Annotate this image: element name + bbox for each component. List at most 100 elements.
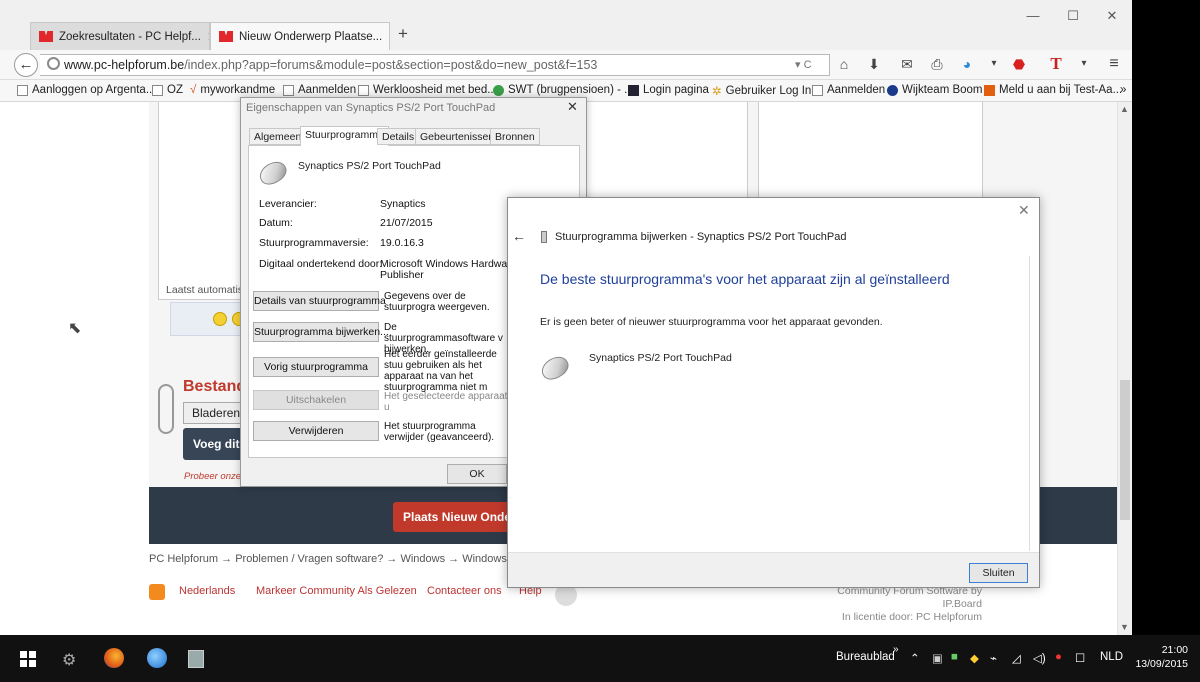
tab-label: Nieuw Onderwerp Plaatse... xyxy=(239,30,383,43)
bookmark-label: Aanmelden xyxy=(827,84,886,96)
driver-details-button[interactable]: Details van stuurprogramma xyxy=(253,291,386,311)
bookmark-logo-icon xyxy=(887,84,898,96)
field-value: 21/07/2015 xyxy=(380,217,433,229)
close-icon[interactable]: ✕ xyxy=(1018,202,1030,219)
computer-icon[interactable] xyxy=(188,650,204,668)
home-icon[interactable]: ⌂ xyxy=(835,55,853,73)
tab-driver[interactable]: Stuurprogramma xyxy=(300,126,389,146)
tab-new-topic[interactable]: Nieuw Onderwerp Plaatse... ✕ xyxy=(210,22,390,50)
tray-expand-icon[interactable]: ⌃ xyxy=(910,651,920,665)
download-icon[interactable]: ⬇ xyxy=(865,55,883,73)
ok-button[interactable]: OK xyxy=(447,464,507,484)
dialog-title: Eigenschappen van Synaptics PS/2 Port To… xyxy=(246,102,496,114)
page-icon xyxy=(152,84,163,96)
close-tab-icon[interactable]: ✕ xyxy=(201,29,209,45)
post-new-topic-button[interactable]: Plaats Nieuw Onde xyxy=(393,502,513,532)
back-button[interactable]: ← xyxy=(14,53,38,77)
bookmark-label: Gebruiker Log In xyxy=(725,85,812,97)
tray-app-icon[interactable]: ◆ xyxy=(970,651,979,665)
button-description: Het geselecteerde apparaat u xyxy=(384,391,508,413)
bookmark-item[interactable]: Aanmelden xyxy=(812,84,885,96)
dropdown-arrow-icon[interactable]: ▾ xyxy=(1075,55,1093,73)
translate-icon[interactable]: T xyxy=(1047,55,1065,73)
control-panel-icon[interactable]: ⚙ xyxy=(62,650,82,670)
new-tab-button[interactable]: + xyxy=(398,24,408,44)
close-button[interactable]: Sluiten xyxy=(969,563,1028,583)
bookmark-item[interactable]: Wijkteam Boom xyxy=(887,84,983,96)
reload-icon[interactable]: ▾ C xyxy=(795,58,812,71)
close-icon[interactable]: ✕ xyxy=(567,99,578,115)
menu-icon[interactable]: ≡ xyxy=(1105,55,1123,73)
bookmark-item[interactable]: Aanloggen op Argenta... xyxy=(17,84,155,96)
bookmarks-overflow-icon[interactable]: » xyxy=(1120,84,1126,96)
page-icon xyxy=(283,84,294,96)
start-button[interactable] xyxy=(20,651,36,667)
mark-read-link[interactable]: Markeer Community Als Gelezen xyxy=(256,585,417,597)
system-clock[interactable]: 21:00 13/09/2015 xyxy=(1128,643,1188,671)
scroll-down-icon[interactable]: ▼ xyxy=(1120,622,1129,632)
bookmark-item[interactable]: Werkloosheid met bed... xyxy=(358,84,497,96)
tray-app-icon[interactable]: ■ xyxy=(951,651,958,663)
tab-search-results[interactable]: Zoekresultaten - PC Helpf... ✕ xyxy=(30,22,210,50)
maximize-button[interactable]: ☐ xyxy=(1058,8,1088,24)
device-name: Synaptics PS/2 Port TouchPad xyxy=(589,352,732,364)
rss-icon[interactable] xyxy=(149,584,165,600)
tab-resources[interactable]: Bronnen xyxy=(490,128,540,145)
scroll-up-icon[interactable]: ▲ xyxy=(1120,104,1129,114)
disable-device-button[interactable]: Uitschakelen xyxy=(253,390,379,410)
tab-general[interactable]: Algemeen xyxy=(249,128,307,145)
minimize-button[interactable]: — xyxy=(1018,8,1048,23)
volume-icon[interactable]: ◁) xyxy=(1033,651,1046,665)
bookmark-item[interactable]: √ myworkandme xyxy=(190,84,275,96)
dialog-divider xyxy=(1029,256,1030,551)
bookmark-item[interactable]: ✲ Gebruiker Log In xyxy=(712,84,811,98)
page-scrollbar[interactable] xyxy=(1117,102,1132,635)
toolbar-overflow-icon[interactable]: » xyxy=(893,644,899,655)
attachments-heading: Bestand xyxy=(183,378,247,395)
field-label: Stuurprogrammaversie: xyxy=(259,237,369,249)
bookmark-label: SWT (brugpensioen) - ... xyxy=(508,84,634,96)
url-path: /index.php?app=forums&module=post&sectio… xyxy=(184,58,598,72)
print-icon[interactable]: ⎙ xyxy=(928,55,946,73)
firefox-icon[interactable] xyxy=(104,648,124,668)
field-label: Leverancier: xyxy=(259,198,317,210)
tab-details[interactable]: Details xyxy=(377,128,420,145)
tray-app-icon[interactable]: ▣ xyxy=(932,651,943,665)
close-window-button[interactable]: ✕ xyxy=(1097,8,1127,24)
adblock-icon[interactable]: ⬣ xyxy=(1010,55,1028,73)
tab-events[interactable]: Gebeurtenissen xyxy=(415,128,500,145)
language-indicator[interactable]: NLD xyxy=(1100,651,1123,663)
bookmark-item[interactable]: OZ xyxy=(152,84,183,96)
field-value: Synaptics xyxy=(380,198,426,210)
notifications-icon[interactable]: ☐ xyxy=(1075,651,1085,665)
bookmark-item[interactable]: Login pagina xyxy=(628,84,709,96)
language-link[interactable]: Nederlands xyxy=(179,585,235,597)
addon-icon[interactable]: ◕ xyxy=(958,55,976,73)
credits-line: Community Forum Software by IP.Board xyxy=(837,585,982,610)
close-tab-icon[interactable]: ✕ xyxy=(382,29,389,45)
bookmark-item[interactable]: Meld u aan bij Test-Aa... xyxy=(984,84,1122,96)
rollback-driver-button[interactable]: Vorig stuurprogramma xyxy=(253,357,379,377)
page-icon xyxy=(358,84,369,96)
tray-app-icon[interactable]: ● xyxy=(1055,651,1062,663)
credits-line: In licentie door: PC Helpforum xyxy=(841,611,982,623)
bookmark-item[interactable]: Aanmelden xyxy=(283,84,356,96)
bookmark-logo-icon xyxy=(493,84,504,96)
uninstall-driver-button[interactable]: Verwijderen xyxy=(253,421,379,441)
app-icon[interactable] xyxy=(147,648,167,668)
url-text[interactable]: www.pc-helpforum.be/index.php?app=forums… xyxy=(64,58,597,72)
bookmark-label: myworkandme xyxy=(200,84,276,96)
contact-link[interactable]: Contacteer ons xyxy=(427,585,502,597)
bookmark-item[interactable]: SWT (brugpensioen) - ... xyxy=(493,84,634,96)
smiley-icon[interactable] xyxy=(213,312,227,326)
back-arrow-icon[interactable]: ← xyxy=(512,228,526,244)
network-icon[interactable]: ◿ xyxy=(1012,651,1021,665)
scrollbar-thumb[interactable] xyxy=(1120,380,1130,520)
button-description: Het stuurprogramma verwijder (geavanceer… xyxy=(384,421,495,443)
update-driver-button[interactable]: Stuurprogramma bijwerken... xyxy=(253,322,389,342)
desktop-toolbar[interactable]: Bureaublad xyxy=(836,651,895,663)
breadcrumb[interactable]: PC Helpforum → Problemen / Vragen softwa… xyxy=(149,553,507,565)
mail-icon[interactable]: ✉ xyxy=(898,55,916,73)
dropdown-arrow-icon[interactable]: ▾ xyxy=(985,55,1003,73)
power-icon[interactable]: ⌁ xyxy=(990,651,997,665)
